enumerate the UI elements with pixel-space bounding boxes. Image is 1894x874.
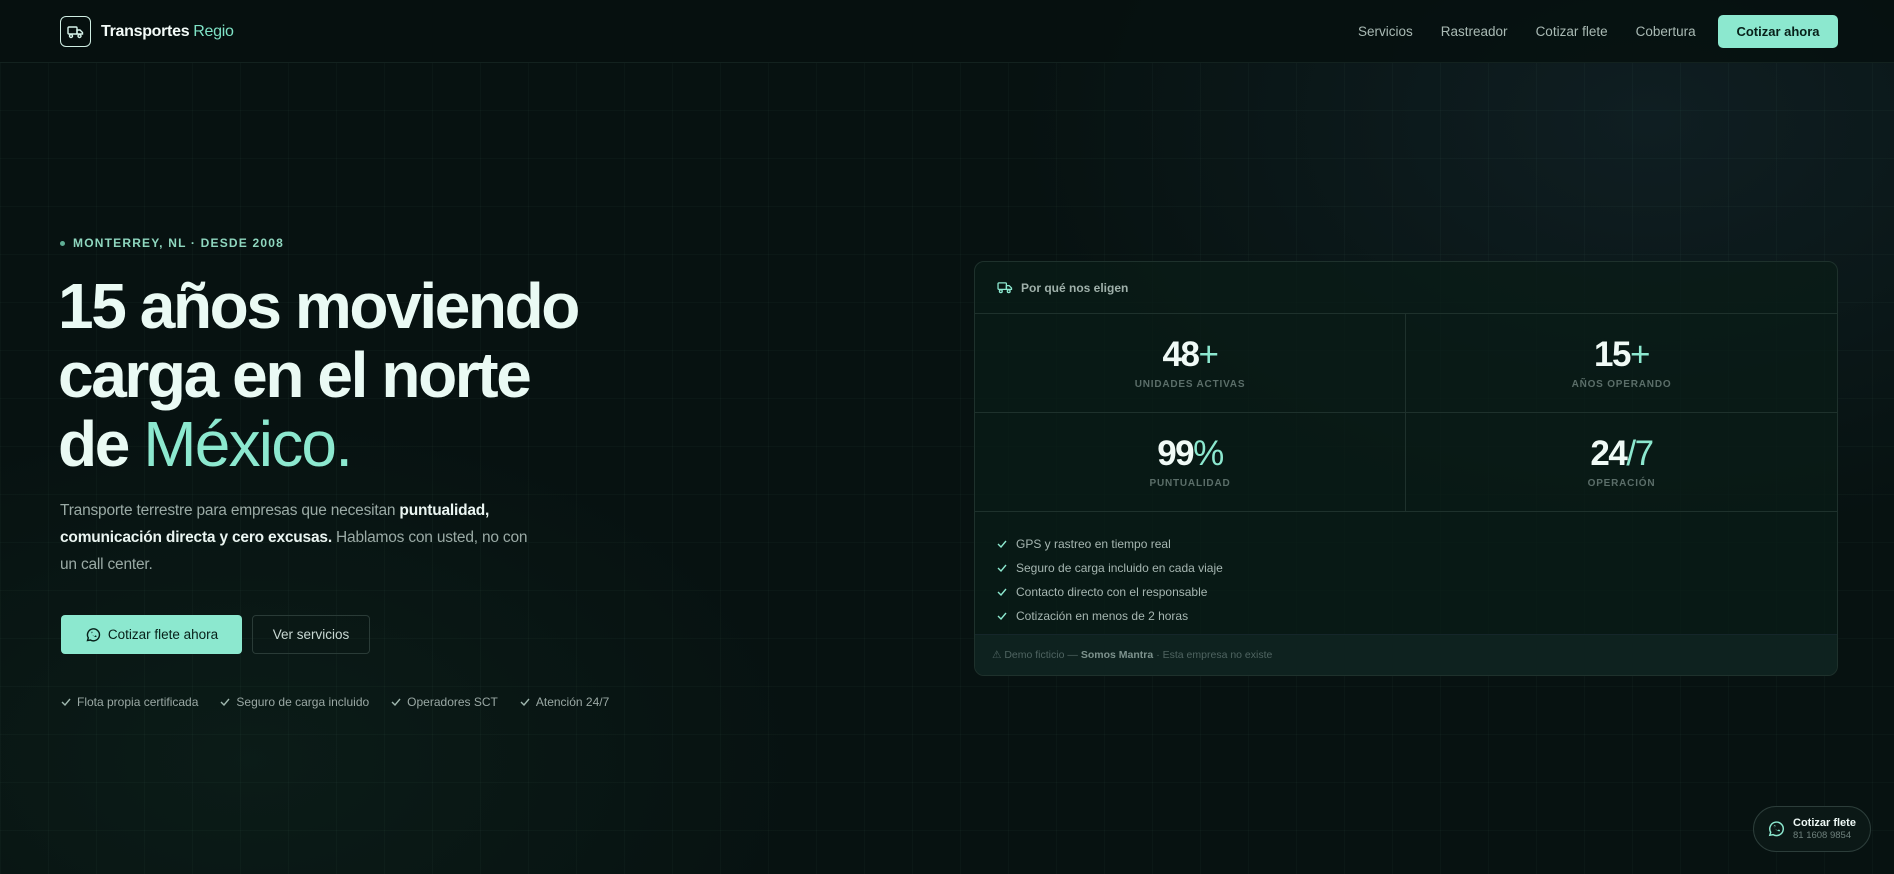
stat-label: UNIDADES ACTIVAS	[1134, 379, 1246, 390]
check-icon	[520, 698, 530, 706]
headline-line-1: 15 años moviendo	[58, 270, 580, 342]
feature-item: Seguro de carga incluido en cada viaje	[997, 556, 1815, 580]
badge-item: Operadores SCT	[391, 695, 498, 709]
feature-item: GPS y rastreo en tiempo real	[997, 532, 1815, 556]
demo-disclaimer: ⚠ Demo ficticio — Somos Mantra · Esta em…	[975, 634, 1837, 675]
brand-logo[interactable]: Transportes Regio	[60, 16, 234, 47]
brand-accent: Regio	[193, 22, 234, 40]
hero-description: Transporte terrestre para empresas que n…	[60, 497, 530, 578]
stat-label: PUNTUALIDAD	[1149, 478, 1231, 489]
stat-value: 15+	[1594, 335, 1650, 374]
whatsapp-icon	[1767, 820, 1785, 838]
stat-label: OPERACIÓN	[1587, 478, 1656, 489]
lede-part-1: Transporte terrestre para empresas que n…	[60, 502, 400, 519]
primary-button-label: Cotizar flete ahora	[107, 627, 219, 642]
trust-badges: Flota propia certificada Seguro de carga…	[61, 695, 631, 709]
floating-whatsapp-button[interactable]: Cotizar flete 81 1608 9854	[1753, 806, 1871, 852]
floating-text: Cotizar flete 81 1608 9854	[1793, 817, 1856, 842]
headline-line-3: de	[58, 408, 144, 480]
nav-link-servicios[interactable]: Servicios	[1358, 24, 1413, 39]
headline-accent: México.	[143, 408, 353, 480]
feature-label: Contacto directo con el responsable	[1016, 585, 1208, 599]
feature-list: GPS y rastreo en tiempo real Seguro de c…	[975, 512, 1837, 636]
floating-phone: 81 1608 9854	[1793, 829, 1852, 841]
stat-units: 48+ UNIDADES ACTIVAS	[975, 314, 1406, 413]
check-icon	[997, 540, 1007, 548]
why-us-card: Por qué nos eligen 48+ UNIDADES ACTIVAS …	[974, 261, 1838, 676]
badge-item: Atención 24/7	[520, 695, 609, 709]
check-icon	[997, 612, 1007, 620]
check-icon	[997, 564, 1007, 572]
truck-icon	[60, 16, 91, 47]
cotizar-flete-ahora-button[interactable]: Cotizar flete ahora	[61, 615, 242, 654]
hero-headline: 15 años moviendo carga en el norte de Mé…	[58, 272, 758, 479]
nav-link-cotizar-flete[interactable]: Cotizar flete	[1536, 24, 1608, 39]
stat-label: AÑOS OPERANDO	[1571, 379, 1672, 390]
top-navbar: Transportes Regio Servicios Rastreador C…	[0, 0, 1894, 63]
eyebrow-dot-icon	[60, 240, 65, 246]
badge-label: Seguro de carga incluido	[236, 695, 370, 709]
whatsapp-icon	[85, 627, 101, 643]
feature-item: Cotización en menos de 2 horas	[997, 604, 1815, 628]
feature-label: Seguro de carga incluido en cada viaje	[1016, 561, 1223, 575]
headline-line-2: carga en el norte	[58, 339, 532, 411]
feature-label: GPS y rastreo en tiempo real	[1016, 537, 1171, 551]
disclaimer-suffix: · Esta empresa no existe	[1156, 649, 1273, 661]
feature-item: Contacto directo con el responsable	[997, 580, 1815, 604]
badge-item: Seguro de carga incluido	[220, 695, 369, 709]
nav-links: Servicios Rastreador Cotizar flete Cober…	[1358, 24, 1724, 39]
badge-label: Atención 24/7	[535, 695, 610, 709]
feature-label: Cotización en menos de 2 horas	[1016, 609, 1189, 623]
eyebrow-text: MONTERREY, NL · DESDE 2008	[73, 236, 285, 250]
stat-operation: 24/7 OPERACIÓN	[1406, 413, 1837, 512]
stat-years: 15+ AÑOS OPERANDO	[1406, 314, 1837, 413]
badge-item: Flota propia certificada	[61, 695, 198, 709]
cotizar-ahora-button[interactable]: Cotizar ahora	[1718, 15, 1838, 48]
check-icon	[61, 698, 71, 706]
badge-label: Flota propia certificada	[77, 695, 199, 709]
truck-icon	[997, 281, 1013, 294]
check-icon	[220, 698, 230, 706]
check-icon	[391, 698, 401, 706]
floating-title: Cotizar flete	[1793, 816, 1856, 829]
check-icon	[997, 588, 1007, 596]
disclaimer-brand-link[interactable]: Somos Mantra	[1081, 649, 1153, 661]
stat-punctuality: 99% PUNTUALIDAD	[975, 413, 1406, 512]
stat-value: 24/7	[1590, 434, 1654, 473]
badge-label: Operadores SCT	[407, 695, 498, 709]
card-title: Por qué nos eligen	[1021, 280, 1129, 295]
brand-name: Transportes	[101, 22, 190, 40]
disclaimer-prefix: ⚠ Demo ficticio —	[992, 649, 1078, 661]
hero-eyebrow: MONTERREY, NL · DESDE 2008	[60, 236, 284, 250]
card-header: Por qué nos eligen	[975, 262, 1837, 314]
stats-grid: 48+ UNIDADES ACTIVAS 15+ AÑOS OPERANDO 9…	[975, 314, 1837, 512]
stat-value: 99%	[1157, 434, 1224, 473]
nav-link-rastreador[interactable]: Rastreador	[1441, 24, 1508, 39]
nav-link-cobertura[interactable]: Cobertura	[1636, 24, 1696, 39]
ver-servicios-button[interactable]: Ver servicios	[252, 615, 370, 654]
stat-value: 48+	[1162, 335, 1219, 374]
